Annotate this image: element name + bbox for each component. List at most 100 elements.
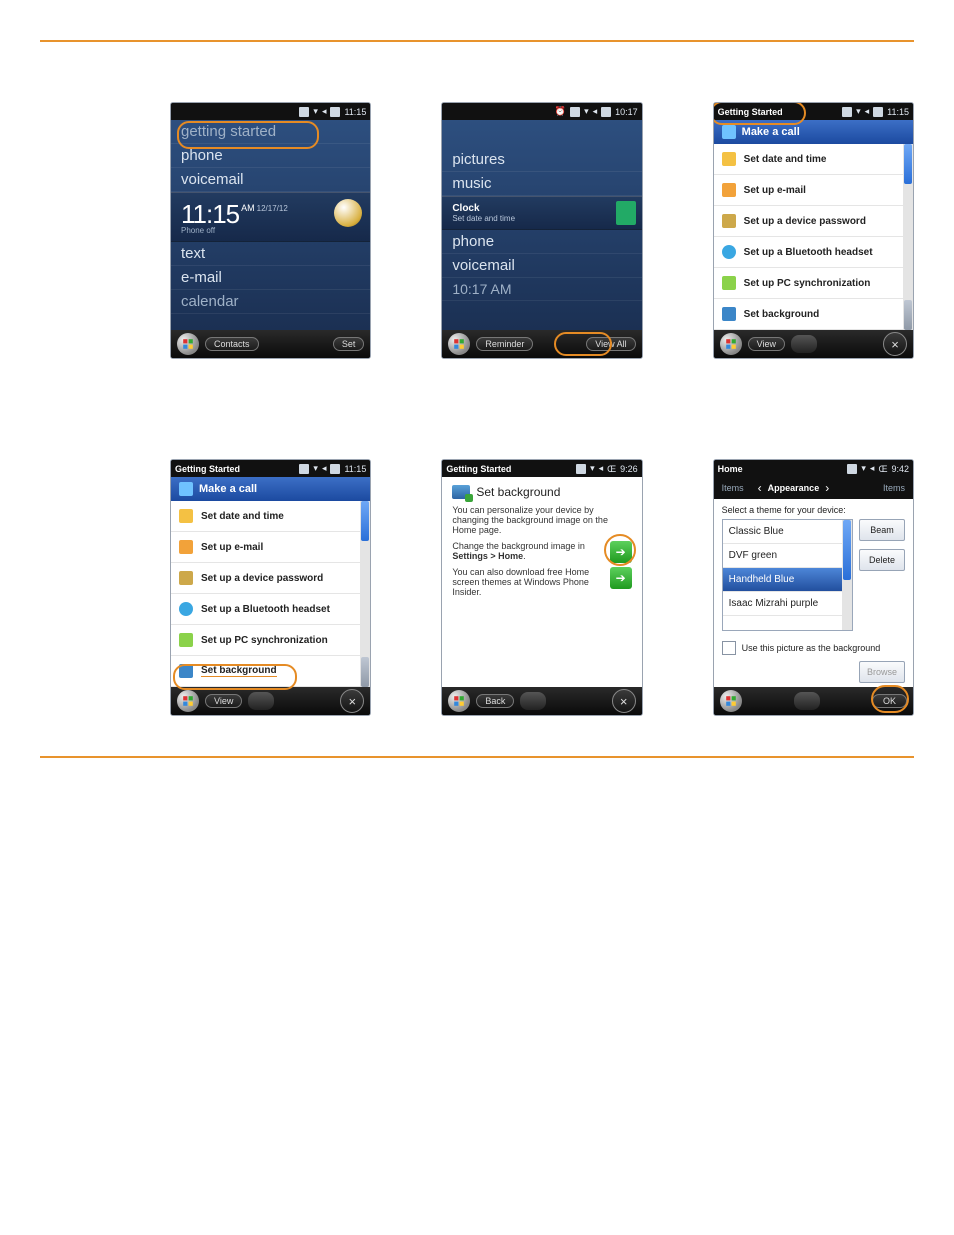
start-button[interactable] [448,690,470,712]
statusbar: Getting Started ▾ ◂ Œ 9:26 [442,460,641,477]
softkey-left[interactable]: Back [476,694,514,708]
clock-face-icon [334,199,362,227]
home-item-calendar[interactable]: calendar [171,290,370,314]
list-item-pcsync[interactable]: Set up PC synchronization [714,268,913,299]
clock-time: 11:15 [181,199,239,229]
statusbar-app-name: Getting Started [175,464,240,474]
list-item-email[interactable]: Set up e-mail [171,532,370,563]
lock-icon [179,571,193,585]
clock-tile-compact[interactable]: Clock Set date and time [442,196,641,230]
sip-button[interactable] [791,335,817,353]
close-button[interactable]: × [340,689,364,713]
home-item-voicemail[interactable]: voicemail [171,168,370,192]
scrollbar[interactable] [903,144,913,330]
home-item-voicemail[interactable]: voicemail [442,254,641,278]
softkey-right[interactable]: OK [872,694,907,708]
theme-scrollbar[interactable] [842,520,852,630]
list-item-label: Set background [201,665,277,677]
softkey-left[interactable]: Reminder [476,337,533,351]
figure-row-1: ▾ ◂ 11:15 getting started phone voicemai… [170,102,914,359]
softkey-right[interactable]: Set [333,337,365,351]
home-item-email[interactable]: e-mail [171,266,370,290]
clock-label: 9:26 [620,464,638,474]
softkey-right[interactable]: View All [586,337,635,351]
browse-button[interactable]: Browse [859,661,905,683]
home-item-phone[interactable]: phone [442,230,641,254]
list-item-label: Set up a Bluetooth headset [744,247,873,258]
sip-button[interactable] [794,692,820,710]
list-item-background[interactable]: Set background [714,299,913,330]
list-header[interactable]: Make a call [171,477,370,501]
screenshot-home-view-all: ⏰ ▾ ◂ 10:17 pictures music Clock Set dat… [441,102,642,359]
beam-button[interactable]: Beam [859,519,905,541]
statusbar: ⏰ ▾ ◂ 10:17 [442,103,641,120]
signal-icon: ▾ [584,106,589,117]
start-button[interactable] [177,690,199,712]
start-button[interactable] [177,333,199,355]
clock-icon [722,152,736,166]
go-button-1[interactable]: ➔ [610,541,632,563]
list-header[interactable]: Make a call [714,120,913,144]
pc-icon [722,276,736,290]
softbar: OK [714,687,913,715]
theme-option[interactable]: Classic Blue [723,520,852,544]
paragraph-2: ➔ Change the background image in Setting… [452,541,631,561]
tab-current[interactable]: Appearance [768,483,820,493]
use-picture-checkbox[interactable]: Use this picture as the background [722,641,905,655]
softkey-left[interactable]: View [205,694,242,708]
go-button-2[interactable]: ➔ [610,567,632,589]
bluetooth-icon [179,602,193,616]
list-item-label: Set background [744,309,820,320]
theme-option[interactable]: DVF green [723,544,852,568]
tab-right[interactable]: Items [875,483,913,493]
home-item-getting-started[interactable]: getting started [171,120,370,144]
sip-button[interactable] [248,692,274,710]
statusbar-app-name: Getting Started [718,107,783,117]
volume-icon: ◂ [870,463,875,474]
close-button[interactable]: × [883,332,907,356]
softkey-left[interactable]: Contacts [205,337,259,351]
sip-button[interactable] [520,692,546,710]
signal-icon: ▾ [861,463,866,474]
tab-left[interactable]: Items [714,483,752,493]
top-hairline [40,40,914,42]
list-item-date[interactable]: Set date and time [171,501,370,532]
theme-listbox[interactable]: Classic Blue DVF green Handheld Blue Isa… [722,519,853,631]
list-item-email[interactable]: Set up e-mail [714,175,913,206]
start-button[interactable] [720,690,742,712]
list-item-password[interactable]: Set up a device password [714,206,913,237]
home-item-music[interactable]: music [442,172,641,196]
scrollbar[interactable] [360,501,370,687]
theme-option[interactable]: Isaac Mizrahi purple [723,592,852,616]
set-bg-panel: Set background You can personalize your … [442,477,641,687]
close-button[interactable]: × [612,689,636,713]
tab-next-arrow[interactable]: › [819,481,835,495]
volume-icon: ◂ [322,463,327,474]
list-item-label: Make a call [199,483,257,495]
list-item-label: Set date and time [201,511,284,522]
list-item-background[interactable]: Set background [171,656,370,687]
softbar: View × [714,330,913,358]
list-item-label: Set up a Bluetooth headset [201,604,330,615]
list-item-password[interactable]: Set up a device password [171,563,370,594]
tab-bar: Items ‹ Appearance › Items [714,477,913,499]
start-button[interactable] [448,333,470,355]
paragraph-1: You can personalize your device by chang… [452,505,631,535]
home-item-text[interactable]: text [171,242,370,266]
start-button[interactable] [720,333,742,355]
clock-section-sub: Set date and time [452,214,631,223]
softkey-left[interactable]: View [748,337,785,351]
list-item-bluetooth[interactable]: Set up a Bluetooth headset [714,237,913,268]
home-item-phone[interactable]: phone [171,144,370,168]
delete-button[interactable]: Delete [859,549,905,571]
avatar-icon [616,201,636,225]
home-item-pictures[interactable]: pictures [442,148,641,172]
list-item-bluetooth[interactable]: Set up a Bluetooth headset [171,594,370,625]
list-item-pcsync[interactable]: Set up PC synchronization [171,625,370,656]
softbar: View × [171,687,370,715]
tab-prev-arrow[interactable]: ‹ [752,481,768,495]
list-item-date[interactable]: Set date and time [714,144,913,175]
home-clock-tile[interactable]: 11:15AM12/17/12 Phone off [171,192,370,242]
theme-option[interactable]: Handheld Blue [723,568,852,592]
theme-prompt: Select a theme for your device: [722,505,905,515]
